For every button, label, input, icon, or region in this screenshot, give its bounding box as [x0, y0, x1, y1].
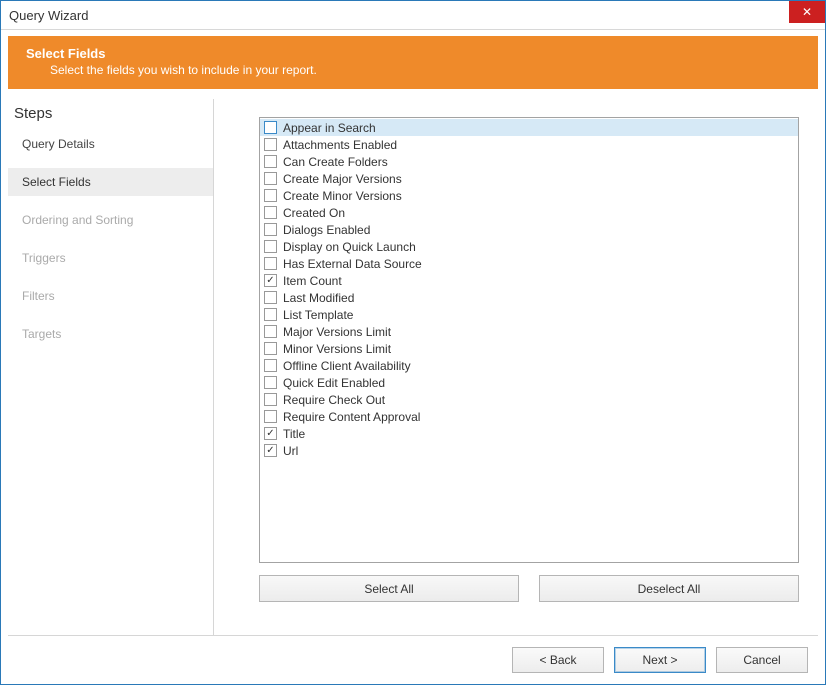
field-row[interactable]: Created On [260, 204, 798, 221]
field-row[interactable]: Appear in Search [260, 119, 798, 136]
wizard-banner: Select Fields Select the fields you wish… [8, 36, 818, 89]
field-label: Create Minor Versions [283, 189, 402, 203]
field-label: Item Count [283, 274, 342, 288]
step-label: Filters [22, 289, 55, 303]
back-button[interactable]: < Back [512, 647, 604, 673]
field-label: Require Check Out [283, 393, 385, 407]
field-checkbox[interactable] [264, 359, 277, 372]
field-row[interactable]: Create Major Versions [260, 170, 798, 187]
field-checkbox[interactable] [264, 223, 277, 236]
field-row[interactable]: ✓ Title [260, 425, 798, 442]
step-item-triggers[interactable]: Triggers [8, 244, 213, 272]
cancel-button[interactable]: Cancel [716, 647, 808, 673]
field-row[interactable]: Offline Client Availability [260, 357, 798, 374]
field-row[interactable]: ✓ Url [260, 442, 798, 459]
field-row[interactable]: Dialogs Enabled [260, 221, 798, 238]
field-checkbox[interactable] [264, 308, 277, 321]
banner-subtitle: Select the fields you wish to include in… [26, 63, 800, 77]
field-row[interactable]: Require Check Out [260, 391, 798, 408]
field-list[interactable]: Appear in Search Attachments Enabled Can C… [259, 117, 799, 563]
step-label: Targets [22, 327, 61, 341]
field-label: Offline Client Availability [283, 359, 411, 373]
field-row[interactable]: Major Versions Limit [260, 323, 798, 340]
field-row[interactable]: Minor Versions Limit [260, 340, 798, 357]
field-checkbox[interactable]: ✓ [264, 274, 277, 287]
field-label: Created On [283, 206, 345, 220]
field-label: Url [283, 444, 298, 458]
step-label: Query Details [22, 137, 95, 151]
field-checkbox[interactable] [264, 342, 277, 355]
field-label: Create Major Versions [283, 172, 402, 186]
step-item-filters[interactable]: Filters [8, 282, 213, 310]
field-checkbox[interactable] [264, 121, 277, 134]
close-button[interactable]: ✕ [789, 1, 825, 23]
step-item-targets[interactable]: Targets [8, 320, 213, 348]
step-label: Select Fields [22, 175, 91, 189]
step-label: Ordering and Sorting [22, 213, 133, 227]
field-label: Dialogs Enabled [283, 223, 370, 237]
field-checkbox[interactable] [264, 410, 277, 423]
wizard-body: Steps Query Details Select Fields Ordering… [8, 99, 818, 635]
field-label: Minor Versions Limit [283, 342, 391, 356]
field-row[interactable]: Display on Quick Launch [260, 238, 798, 255]
select-buttons-row: Select All Deselect All [259, 575, 799, 602]
field-checkbox[interactable] [264, 393, 277, 406]
steps-heading: Steps [8, 101, 213, 130]
field-row[interactable]: ✓ Item Count [260, 272, 798, 289]
field-label: Require Content Approval [283, 410, 420, 424]
step-label: Triggers [22, 251, 66, 265]
field-label: Title [283, 427, 305, 441]
field-label: Attachments Enabled [283, 138, 397, 152]
field-label: List Template [283, 308, 353, 322]
field-checkbox[interactable] [264, 240, 277, 253]
step-item-select-fields[interactable]: Select Fields [8, 168, 213, 196]
step-item-ordering-and-sorting[interactable]: Ordering and Sorting [8, 206, 213, 234]
field-checkbox[interactable] [264, 155, 277, 168]
titlebar: Query Wizard ✕ [1, 1, 825, 30]
field-row[interactable]: Has External Data Source [260, 255, 798, 272]
field-label: Appear in Search [283, 121, 376, 135]
field-row[interactable]: List Template [260, 306, 798, 323]
window-title: Query Wizard [9, 8, 88, 23]
field-checkbox[interactable] [264, 206, 277, 219]
field-label: Display on Quick Launch [283, 240, 416, 254]
field-checkbox[interactable] [264, 325, 277, 338]
field-checkbox[interactable] [264, 291, 277, 304]
field-label: Quick Edit Enabled [283, 376, 385, 390]
main-panel: Appear in Search Attachments Enabled Can C… [214, 99, 818, 635]
field-checkbox[interactable] [264, 376, 277, 389]
field-checkbox[interactable] [264, 257, 277, 270]
field-row[interactable]: Quick Edit Enabled [260, 374, 798, 391]
step-item-query-details[interactable]: Query Details [8, 130, 213, 158]
field-checkbox[interactable] [264, 138, 277, 151]
field-label: Can Create Folders [283, 155, 388, 169]
steps-panel: Steps Query Details Select Fields Ordering… [8, 99, 214, 635]
field-checkbox[interactable] [264, 172, 277, 185]
close-icon: ✕ [802, 5, 812, 19]
field-checkbox[interactable] [264, 189, 277, 202]
field-row[interactable]: Attachments Enabled [260, 136, 798, 153]
field-row[interactable]: Last Modified [260, 289, 798, 306]
field-checkbox[interactable]: ✓ [264, 427, 277, 440]
query-wizard-window: Query Wizard ✕ Select Fields Select the … [0, 0, 826, 685]
deselect-all-button[interactable]: Deselect All [539, 575, 799, 602]
select-all-button[interactable]: Select All [259, 575, 519, 602]
field-checkbox[interactable]: ✓ [264, 444, 277, 457]
field-row[interactable]: Can Create Folders [260, 153, 798, 170]
field-label: Last Modified [283, 291, 354, 305]
field-label: Has External Data Source [283, 257, 422, 271]
field-row[interactable]: Create Minor Versions [260, 187, 798, 204]
wizard-footer: < Back Next > Cancel [8, 635, 818, 684]
field-row[interactable]: Require Content Approval [260, 408, 798, 425]
field-label: Major Versions Limit [283, 325, 391, 339]
next-button[interactable]: Next > [614, 647, 706, 673]
banner-title: Select Fields [26, 46, 800, 61]
